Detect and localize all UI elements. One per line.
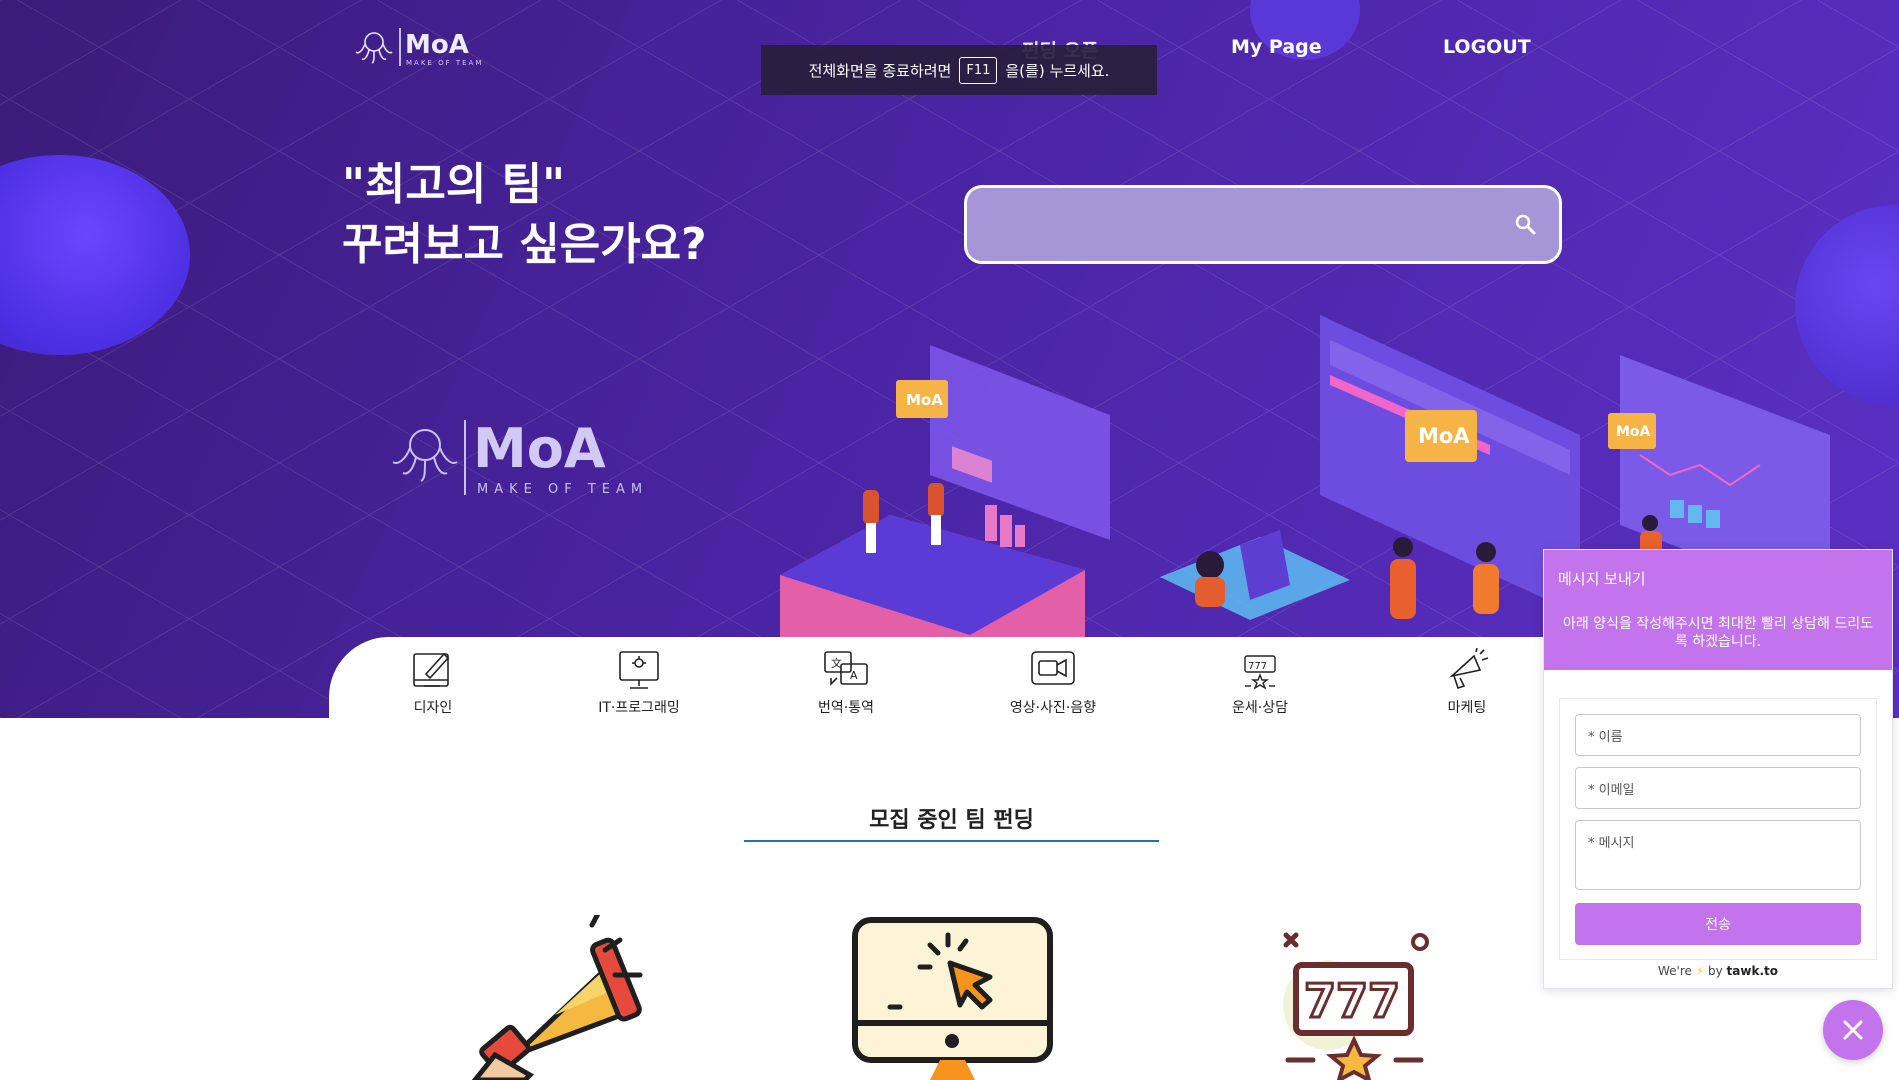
category-video-photo-audio[interactable]: 영상·사진·음향 xyxy=(968,637,1138,717)
category-design[interactable]: 디자인 xyxy=(348,637,518,717)
megaphone-icon xyxy=(471,915,643,1080)
lightning-icon: ⚡ xyxy=(1695,964,1705,978)
svg-text:777: 777 xyxy=(1304,974,1400,1028)
chat-email-field[interactable]: * 이메일 xyxy=(1575,767,1861,809)
category-label: IT·프로그래밍 xyxy=(598,700,680,716)
large-logo-text: MoA xyxy=(473,417,606,480)
category-label: 영상·사진·음향 xyxy=(1009,700,1097,716)
f11-key-badge: F11 xyxy=(959,56,998,84)
search-icon[interactable] xyxy=(1513,212,1537,236)
category-label: 디자인 xyxy=(413,700,453,716)
nav-my-page[interactable]: My Page xyxy=(1231,36,1322,58)
category-it-programming[interactable]: IT·프로그래밍 xyxy=(554,637,724,717)
category-translation[interactable]: 文 A 번역·통역 xyxy=(761,637,931,717)
category-bar: 디자인 IT·프로그래밍 文 A 번역·통역 영상·사진·음향 777 운세·상… xyxy=(329,637,1579,718)
moa-logo[interactable]: MoA MAKE OF TEAM xyxy=(352,26,492,70)
chat-name-field[interactable]: * 이름 xyxy=(1575,714,1861,756)
illustration-badge-3: MoA xyxy=(1616,424,1651,440)
fullscreen-exit-toast: 전체화면을 종료하려면 F11 을(를) 누르세요. xyxy=(761,45,1157,95)
svg-text:MAKE OF TEAM: MAKE OF TEAM xyxy=(406,59,483,67)
branding-name: tawk.to xyxy=(1726,964,1778,978)
svg-text:777: 777 xyxy=(1248,661,1267,672)
fortune-icon: 777 xyxy=(1283,932,1429,1080)
toast-text-after: 을(를) 누르세요. xyxy=(1005,61,1110,80)
svg-text:A: A xyxy=(850,669,858,682)
chat-widget-header: 메시지 보내기 아래 양식을 작성해주시면 최대한 빨리 상담해 드리도록 하겠… xyxy=(1544,550,1892,670)
branding-middle: by xyxy=(1708,964,1723,978)
it-monitor-thumbnail[interactable] xyxy=(850,915,1060,1080)
chat-message-form: * 이름 * 이메일 * 메시지 전송 xyxy=(1559,698,1877,960)
chat-widget-title: 메시지 보내기 xyxy=(1558,570,1646,588)
category-label: 번역·통역 xyxy=(818,700,874,716)
chat-widget-subtitle: 아래 양식을 작성해주시면 최대한 빨리 상담해 드리도록 하겠습니다. xyxy=(1562,616,1874,650)
search-bar xyxy=(964,185,1562,264)
category-fortune-consulting[interactable]: 777 운세·상담 xyxy=(1175,637,1345,717)
translate-icon: 文 A xyxy=(824,651,868,686)
fortune-icon: 777 xyxy=(1244,655,1276,690)
category-label: 마케팅 xyxy=(1447,700,1487,716)
monitor-icon xyxy=(852,917,1053,1080)
category-marketing[interactable]: 마케팅 xyxy=(1382,637,1552,717)
fortune-slot-thumbnail[interactable]: 777 xyxy=(1278,915,1438,1080)
branding-prefix: We're xyxy=(1658,964,1692,978)
chat-widget: 메시지 보내기 아래 양식을 작성해주시면 최대한 빨리 상담해 드리도록 하겠… xyxy=(1543,549,1893,989)
category-label: 운세·상담 xyxy=(1232,700,1288,716)
video-icon xyxy=(1031,651,1075,685)
svg-text:文: 文 xyxy=(831,656,842,670)
recruit-section-title: 모집 중인 팀 펀딩 xyxy=(869,808,1034,833)
nav-logout[interactable]: LOGOUT xyxy=(1443,36,1531,58)
section-title-underline xyxy=(744,840,1159,842)
chat-message-field[interactable]: * 메시지 xyxy=(1575,820,1861,890)
hero-headline: "최고의 팀" 꾸려보고 싶은가요? xyxy=(342,155,707,275)
toast-text-before: 전체화면을 종료하려면 xyxy=(808,61,952,80)
headline-line-1: "최고의 팀" xyxy=(342,159,566,210)
monitor-icon xyxy=(619,651,659,689)
close-icon xyxy=(1843,1020,1863,1040)
page: MoA MAKE OF TEAM 펀딩 오픈 My Page LOGOUT 전체… xyxy=(0,0,1899,1080)
chat-send-button[interactable]: 전송 xyxy=(1575,903,1861,945)
search-input[interactable] xyxy=(985,188,1485,261)
moa-large-logo: MoA MAKE OF TEAM xyxy=(392,417,645,497)
tawk-branding[interactable]: We're ⚡ by tawk.to xyxy=(1544,964,1892,978)
svg-text:MAKE OF TEAM: MAKE OF TEAM xyxy=(477,482,645,497)
chat-close-button[interactable] xyxy=(1823,1000,1883,1060)
marketing-megaphone-thumbnail[interactable] xyxy=(455,915,655,1080)
design-icon xyxy=(413,652,450,687)
illustration-badge-2: MoA xyxy=(1418,424,1470,448)
logo-text: MoA xyxy=(405,30,469,60)
megaphone-icon xyxy=(1449,647,1489,690)
headline-line-2: 꾸려보고 싶은가요? xyxy=(342,219,707,270)
illustration-badge-1: MoA xyxy=(906,391,943,409)
